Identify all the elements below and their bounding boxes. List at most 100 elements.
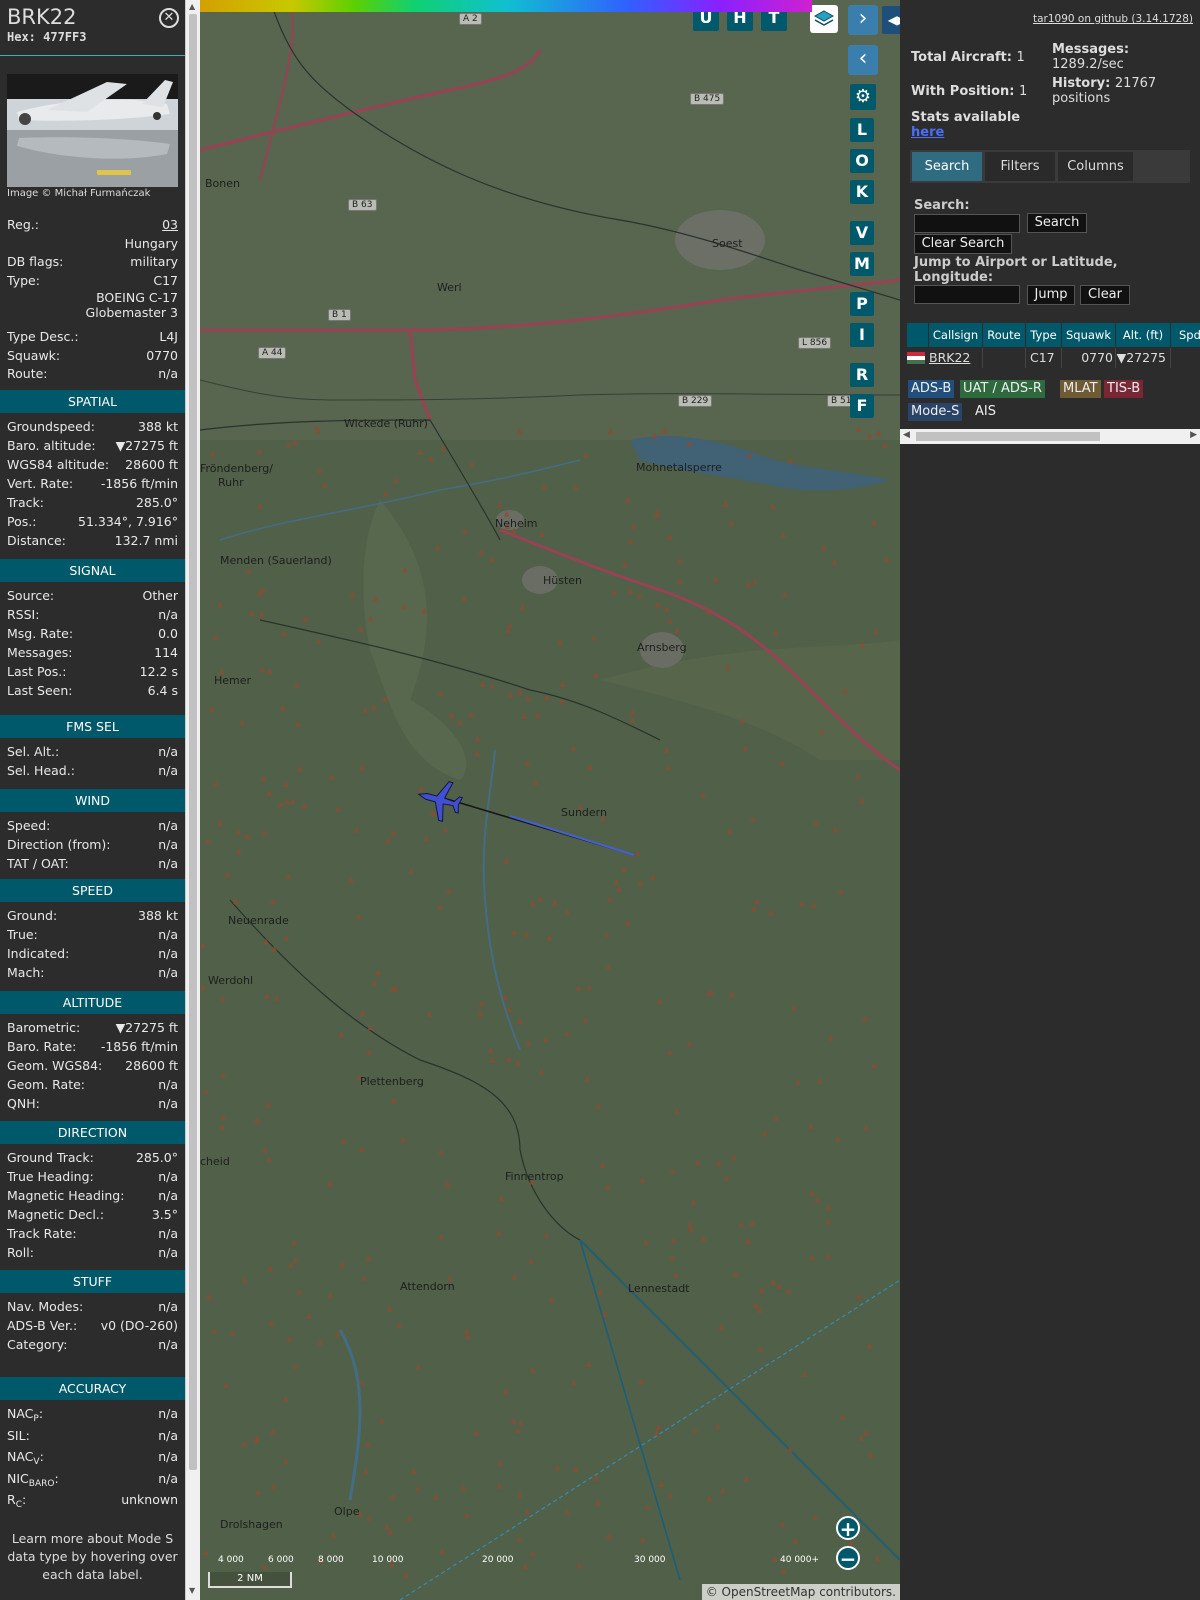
- k-button[interactable]: K: [850, 180, 874, 204]
- aircraft-table: Callsign Route Type Squawk Alt. (ft) Spd…: [907, 323, 1200, 369]
- tab-search[interactable]: Search: [912, 152, 982, 181]
- info-label: Geom. WGS84:: [7, 1058, 103, 1073]
- map-town-label: Werl: [437, 281, 462, 294]
- info-value: 114: [154, 645, 178, 660]
- arrows-left-right-icon: ◀▶: [887, 13, 900, 27]
- info-value: 388 kt: [138, 419, 178, 434]
- info-label: Geom. Rate:: [7, 1077, 86, 1092]
- info-label: Reg.:: [7, 217, 39, 232]
- messages-label: Messages:: [1052, 42, 1130, 57]
- road-shield: A 44: [258, 347, 287, 359]
- table-header-type[interactable]: Type: [1026, 323, 1062, 347]
- info-row: NACP: n/a: [7, 1405, 178, 1424]
- info-row: RC: unknown: [7, 1491, 178, 1510]
- info-label: Messages:: [7, 645, 73, 660]
- r-button[interactable]: R: [850, 363, 874, 387]
- info-label: NICBARO:: [7, 1470, 59, 1489]
- info-row: BOEING C-17 Globemaster 3: [7, 290, 178, 322]
- github-link[interactable]: tar1090 on github (3.14.1728): [1033, 13, 1193, 25]
- jump-input[interactable]: [914, 285, 1020, 304]
- section-fms-sel: FMS SEL: [0, 715, 185, 738]
- scroll-left-icon[interactable]: ◀: [903, 430, 910, 440]
- clear-button[interactable]: Clear: [1080, 285, 1130, 305]
- hscroll-thumb[interactable]: [916, 432, 1100, 441]
- info-value: n/a: [158, 607, 178, 622]
- info-label: DB flags:: [7, 254, 64, 269]
- table-header-squawk[interactable]: Squawk: [1062, 323, 1116, 347]
- scrollbar-thumb[interactable]: [189, 14, 197, 1470]
- info-value: Other: [142, 588, 179, 603]
- info-row: Hungary: [7, 235, 178, 253]
- table-header-altitude[interactable]: Alt. (ft): [1116, 323, 1171, 347]
- info-value: 285.0°: [135, 495, 178, 510]
- altitude-legend-label: 30 000: [634, 1555, 666, 1565]
- info-value: n/a: [158, 366, 178, 381]
- tab-filters[interactable]: Filters: [985, 152, 1055, 181]
- o-button[interactable]: O: [850, 149, 874, 173]
- row-callsign[interactable]: BRK22: [929, 348, 983, 368]
- info-label: Speed:: [7, 818, 51, 833]
- f-button[interactable]: F: [850, 394, 874, 418]
- info-label: Track Rate:: [7, 1226, 77, 1241]
- close-icon[interactable]: ✕: [159, 8, 179, 28]
- info-row: Geom. WGS84: 28600 ft: [7, 1057, 178, 1075]
- info-row: Barometric: ▼27275 ft: [7, 1019, 178, 1037]
- info-value: n/a: [158, 1406, 178, 1421]
- map-town-label: Arnsberg: [637, 641, 687, 654]
- search-input[interactable]: [914, 214, 1020, 233]
- table-header-callsign[interactable]: Callsign: [929, 323, 983, 347]
- info-row: RSSI: n/a: [7, 606, 178, 624]
- zoom-out-button[interactable]: −: [836, 1546, 860, 1570]
- altitude-legend-label: 10 000: [372, 1555, 404, 1565]
- altitude-legend: [200, 0, 812, 12]
- scroll-down-icon[interactable]: ▼: [189, 1586, 195, 1595]
- total-aircraft-stat: Total Aircraft: 1: [911, 50, 1025, 65]
- info-label: Distance:: [7, 533, 66, 548]
- i-button[interactable]: I: [850, 323, 874, 347]
- info-row: Magnetic Decl.: 3.5°: [7, 1206, 178, 1224]
- info-label: NACP:: [7, 1406, 44, 1424]
- altitude-legend-label: 40 000+: [780, 1555, 820, 1565]
- info-row: Msg. Rate: 0.0: [7, 625, 178, 643]
- tab-columns[interactable]: Columns: [1058, 152, 1133, 181]
- source-badge-tis-b: TIS-B: [1104, 380, 1144, 398]
- info-value: C17: [153, 273, 178, 288]
- map-view[interactable]: Bonen Soest Werl Wickede (Ruhr) Fröndenberg/…: [200, 0, 900, 1600]
- road-shield: B 229: [678, 395, 713, 407]
- sidebar-tabs: Search Filters Columns: [910, 150, 1190, 183]
- p-button[interactable]: P: [850, 292, 874, 316]
- total-aircraft-label: Total Aircraft:: [911, 50, 1012, 65]
- expand-panel-button[interactable]: ›: [848, 5, 878, 35]
- toggle-sidebar-button[interactable]: ◀▶: [882, 6, 900, 34]
- info-label: RSSI:: [7, 607, 40, 622]
- info-panel-scrollbar[interactable]: ▲ ▼: [185, 0, 200, 1600]
- info-label: Type Desc.:: [7, 329, 79, 344]
- info-label: Direction (from):: [7, 837, 111, 852]
- info-value: n/a: [158, 856, 178, 871]
- table-horizontal-scrollbar[interactable]: ◀ ▶: [900, 429, 1200, 444]
- v-button[interactable]: V: [850, 221, 874, 245]
- info-label: Nav. Modes:: [7, 1299, 84, 1314]
- info-row: Nav. Modes: n/a: [7, 1298, 178, 1316]
- section-spatial: SPATIAL: [0, 390, 185, 413]
- scroll-right-icon[interactable]: ▶: [1190, 430, 1197, 440]
- clear-search-button[interactable]: Clear Search: [914, 234, 1012, 254]
- l-button[interactable]: L: [850, 118, 874, 142]
- settings-button[interactable]: ⚙: [850, 84, 876, 110]
- m-button[interactable]: M: [850, 252, 874, 276]
- table-header-route[interactable]: Route: [983, 323, 1026, 347]
- zoom-in-button[interactable]: +: [836, 1516, 860, 1540]
- info-label: WGS84 altitude:: [7, 457, 110, 472]
- jump-button[interactable]: Jump: [1027, 285, 1075, 305]
- info-row: Baro. Rate: -1856 ft/min: [7, 1038, 178, 1056]
- aircraft-photo[interactable]: [7, 74, 178, 187]
- table-header-speed[interactable]: Spd: [1171, 323, 1200, 347]
- scroll-up-icon[interactable]: ▲: [189, 2, 195, 11]
- stats-link[interactable]: here: [911, 125, 1020, 140]
- map-town-label: Menden (Sauerland): [220, 554, 332, 567]
- info-value[interactable]: 03: [162, 216, 178, 234]
- collapse-panel-button[interactable]: ‹: [848, 45, 878, 75]
- info-value: 0770: [146, 348, 178, 363]
- search-button[interactable]: Search: [1027, 213, 1087, 233]
- map-attribution[interactable]: © OpenStreetMap contributors.: [701, 1584, 900, 1600]
